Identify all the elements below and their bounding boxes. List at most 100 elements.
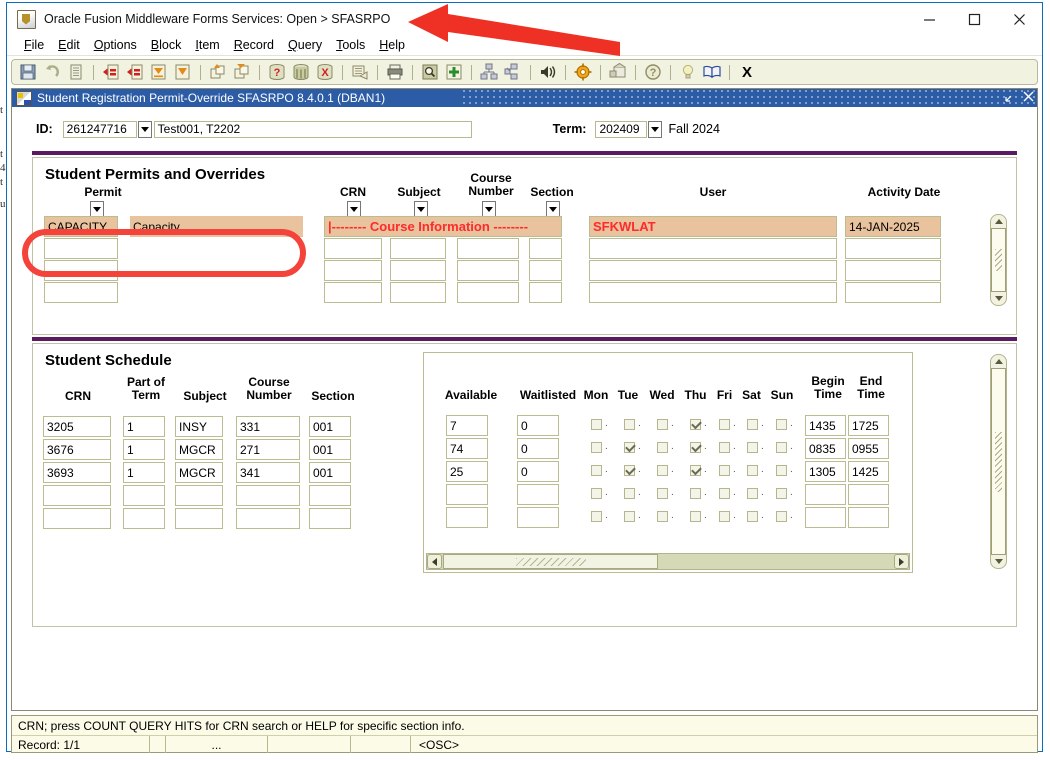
menu-options[interactable]: Options xyxy=(87,37,144,53)
select-document-icon[interactable] xyxy=(65,61,87,83)
day-checkbox-sun[interactable] xyxy=(776,419,787,430)
execute-query-icon[interactable] xyxy=(290,61,312,83)
begin-time-field[interactable] xyxy=(805,484,846,505)
day-checkbox-sat[interactable] xyxy=(747,465,758,476)
id-input[interactable]: 261247716 xyxy=(62,120,137,138)
day-checkbox-thu[interactable] xyxy=(690,442,701,453)
waitlisted-field[interactable] xyxy=(517,507,559,528)
permits-subject-field[interactable] xyxy=(390,260,446,281)
schedule-section-field[interactable]: 001 xyxy=(309,462,351,483)
day-checkbox-mon[interactable] xyxy=(591,465,602,476)
day-checkbox-thu[interactable] xyxy=(690,488,701,499)
day-checkbox-sat[interactable] xyxy=(747,511,758,522)
search-query-icon[interactable] xyxy=(419,61,441,83)
day-checkbox-sun[interactable] xyxy=(776,511,787,522)
day-checkbox-wed[interactable] xyxy=(657,465,668,476)
schedule-horizontal-scrollbar[interactable] xyxy=(426,553,910,570)
volume-sound-icon[interactable] xyxy=(537,61,559,83)
previous-block-icon[interactable] xyxy=(207,61,229,83)
schedule-vertical-scrollbar[interactable] xyxy=(990,354,1007,569)
scroll-down-arrow-icon[interactable] xyxy=(992,556,1005,567)
scroll-down-arrow-icon[interactable] xyxy=(992,293,1005,304)
day-checkbox-thu[interactable] xyxy=(690,511,701,522)
waitlisted-field[interactable]: 0 xyxy=(517,461,559,482)
begin-time-field[interactable]: 1305 xyxy=(805,461,846,482)
day-checkbox-thu[interactable] xyxy=(690,465,701,476)
menu-record[interactable]: Record xyxy=(227,37,281,53)
day-checkbox-mon[interactable] xyxy=(591,419,602,430)
print-icon[interactable] xyxy=(384,61,406,83)
day-checkbox-fri[interactable] xyxy=(719,442,730,453)
schedule-subject-field[interactable]: MGCR xyxy=(175,439,223,460)
insert-record-icon[interactable] xyxy=(100,61,122,83)
schedule-section-field[interactable]: 001 xyxy=(309,439,351,460)
schedule-part-of-term-field[interactable]: 1 xyxy=(123,462,165,483)
schedule-crn-field[interactable]: 3676 xyxy=(43,439,111,460)
available-field[interactable]: 7 xyxy=(446,415,488,436)
schedule-course-number-field[interactable]: 271 xyxy=(236,439,300,460)
schedule-part-of-term-field[interactable]: 1 xyxy=(123,416,165,437)
schedule-part-of-term-field[interactable]: 1 xyxy=(123,439,165,460)
previous-record-icon[interactable] xyxy=(148,61,170,83)
permits-vertical-scrollbar[interactable] xyxy=(990,214,1007,306)
open-book-icon[interactable] xyxy=(701,61,723,83)
permits-crn-field[interactable] xyxy=(324,260,382,281)
scroll-up-arrow-icon[interactable] xyxy=(992,356,1005,367)
workflow-icon[interactable] xyxy=(607,61,629,83)
permits-section-field[interactable] xyxy=(529,282,562,303)
schedule-course-number-field[interactable] xyxy=(236,485,300,506)
schedule-course-number-field[interactable] xyxy=(236,508,300,529)
enter-query-icon[interactable]: ? xyxy=(266,61,288,83)
end-time-field[interactable] xyxy=(848,484,889,505)
menu-item[interactable]: Item xyxy=(188,37,226,53)
day-checkbox-fri[interactable] xyxy=(719,419,730,430)
permits-section-field[interactable] xyxy=(529,260,562,281)
lightbulb-hint-icon[interactable] xyxy=(677,61,699,83)
remove-record-icon[interactable] xyxy=(124,61,146,83)
day-checkbox-thu[interactable] xyxy=(690,419,701,430)
end-time-field[interactable]: 0955 xyxy=(848,438,889,459)
restore-down-icon[interactable] xyxy=(1005,91,1016,105)
schedule-subject-field[interactable] xyxy=(175,485,223,506)
permit-code-field[interactable] xyxy=(44,282,118,303)
schedule-course-number-field[interactable]: 341 xyxy=(236,462,300,483)
day-checkbox-wed[interactable] xyxy=(657,419,668,430)
permit-code-field[interactable] xyxy=(44,260,118,281)
day-checkbox-mon[interactable] xyxy=(591,442,602,453)
day-checkbox-wed[interactable] xyxy=(657,488,668,499)
permits-crn-field[interactable] xyxy=(324,238,382,259)
waitlisted-field[interactable]: 0 xyxy=(517,415,559,436)
expand-all-icon[interactable] xyxy=(478,61,500,83)
day-checkbox-fri[interactable] xyxy=(719,465,730,476)
schedule-section-field[interactable]: 001 xyxy=(309,416,351,437)
schedule-course-number-field[interactable]: 331 xyxy=(236,416,300,437)
scroll-thumb[interactable] xyxy=(991,228,1006,292)
available-field[interactable] xyxy=(446,484,488,505)
print-screen-icon[interactable] xyxy=(349,61,371,83)
menu-help[interactable]: Help xyxy=(372,37,412,53)
day-checkbox-sun[interactable] xyxy=(776,442,787,453)
close-icon[interactable] xyxy=(997,3,1042,35)
collapse-all-icon[interactable] xyxy=(502,61,524,83)
schedule-subject-field[interactable]: INSY xyxy=(175,416,223,437)
rollback-undo-icon[interactable] xyxy=(41,61,63,83)
schedule-crn-field[interactable]: 3693 xyxy=(43,462,111,483)
day-checkbox-fri[interactable] xyxy=(719,511,730,522)
save-icon[interactable] xyxy=(17,61,39,83)
exit-x-icon[interactable]: X xyxy=(736,61,758,83)
permits-section-field[interactable] xyxy=(529,238,562,259)
next-record-icon[interactable] xyxy=(172,61,194,83)
menu-query[interactable]: Query xyxy=(281,37,329,53)
begin-time-field[interactable] xyxy=(805,507,846,528)
hscroll-thumb[interactable] xyxy=(443,554,658,569)
term-input[interactable]: 202409 xyxy=(595,120,648,138)
schedule-subject-field[interactable]: MGCR xyxy=(175,462,223,483)
schedule-crn-field[interactable]: 3205 xyxy=(43,416,111,437)
day-checkbox-wed[interactable] xyxy=(657,511,668,522)
add-record-icon[interactable] xyxy=(443,61,465,83)
end-time-field[interactable] xyxy=(848,507,889,528)
day-checkbox-wed[interactable] xyxy=(657,442,668,453)
end-time-field[interactable]: 1425 xyxy=(848,461,889,482)
schedule-crn-field[interactable] xyxy=(43,485,111,506)
day-checkbox-sat[interactable] xyxy=(747,442,758,453)
